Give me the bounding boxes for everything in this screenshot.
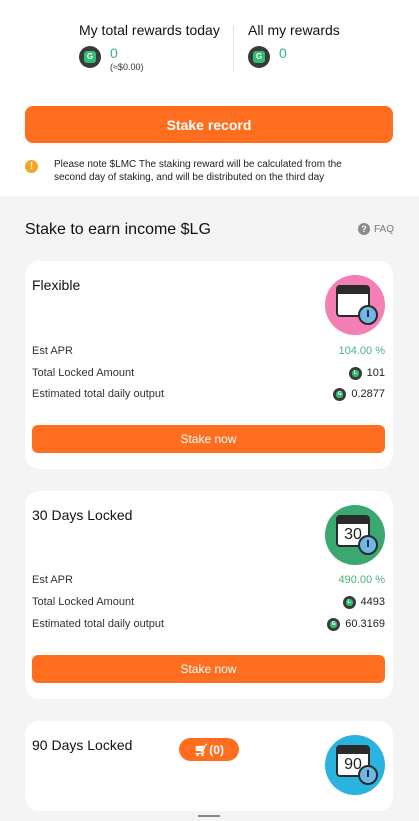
notice-text: Please note $LMC The staking reward will… <box>54 159 342 183</box>
today-rewards: My total rewards today G 0 (≈$0.00) <box>79 22 220 72</box>
cart-count: (0) <box>209 742 224 757</box>
apr-value: 490.00 % <box>338 574 385 586</box>
warning-icon: ! <box>25 160 38 173</box>
stake-now-button[interactable]: Stake now <box>32 425 385 453</box>
rewards-panel: My total rewards today G 0 (≈$0.00) All … <box>0 0 419 196</box>
lg-coin-icon: G <box>327 617 341 631</box>
stake-card-30-days: 30 Days Locked 30 Est APR 490.00 % Total… <box>25 491 393 699</box>
locked-row: Total Locked Amount L 4493 <box>32 594 385 610</box>
output-row: Estimated total daily output G 0.2877 <box>32 386 385 402</box>
faq-link[interactable]: ? FAQ <box>358 223 394 235</box>
cart-icon: 🛒︎ <box>194 742 210 757</box>
stake-record-button[interactable]: Stake record <box>25 106 393 143</box>
divider <box>233 26 234 72</box>
today-rewards-usd: (≈$0.00) <box>110 62 144 72</box>
lmc-coin-icon: L <box>342 595 356 609</box>
lmc-coin-icon: L <box>348 366 362 380</box>
lg-coin-icon: G <box>79 46 101 68</box>
output-label: Estimated total daily output <box>32 388 165 400</box>
all-rewards-label: All my rewards <box>248 22 340 38</box>
stake-card-90-days: 90 Days Locked 🛒︎ (0) 90 <box>25 721 393 811</box>
lg-coin-icon: G <box>333 387 347 401</box>
card-title: Flexible <box>32 277 81 293</box>
lg-coin-icon: G <box>248 46 270 68</box>
stake-now-button[interactable]: Stake now <box>32 655 385 683</box>
today-rewards-label: My total rewards today <box>79 22 220 38</box>
locked-label: Total Locked Amount <box>32 367 135 379</box>
calendar-clock-icon: 30 <box>325 505 385 565</box>
today-rewards-value: 0 <box>110 45 118 61</box>
output-row: Estimated total daily output G 60.3169 <box>32 616 385 632</box>
calendar-clock-icon <box>325 275 385 335</box>
card-title: 90 Days Locked <box>32 737 133 753</box>
card-title: 30 Days Locked <box>32 507 133 523</box>
apr-value: 104.00 % <box>338 345 385 357</box>
apr-row: Est APR 490.00 % <box>32 572 385 588</box>
locked-value: 4493 <box>360 596 385 608</box>
section-title: Stake to earn income $LG <box>25 221 211 238</box>
all-rewards-value: 0 <box>279 45 287 61</box>
cart-button[interactable]: 🛒︎ (0) <box>179 738 239 761</box>
output-value: 60.3169 <box>345 618 385 630</box>
all-rewards: All my rewards G 0 <box>248 22 340 68</box>
stake-card-flexible: Flexible Est APR 104.00 % Total Locked A… <box>25 261 393 469</box>
locked-row: Total Locked Amount L 101 <box>32 365 385 381</box>
locked-label: Total Locked Amount <box>32 596 135 608</box>
apr-label: Est APR <box>32 345 73 357</box>
apr-label: Est APR <box>32 574 73 586</box>
help-icon: ? <box>358 223 370 235</box>
apr-row: Est APR 104.00 % <box>32 343 385 359</box>
output-value: 0.2877 <box>351 388 385 400</box>
calendar-clock-icon: 90 <box>325 735 385 795</box>
staking-notice: ! Please note $LMC The staking reward wi… <box>25 158 370 184</box>
faq-label: FAQ <box>374 223 395 235</box>
output-label: Estimated total daily output <box>32 618 165 630</box>
home-indicator <box>198 815 220 817</box>
locked-value: 101 <box>366 367 385 379</box>
